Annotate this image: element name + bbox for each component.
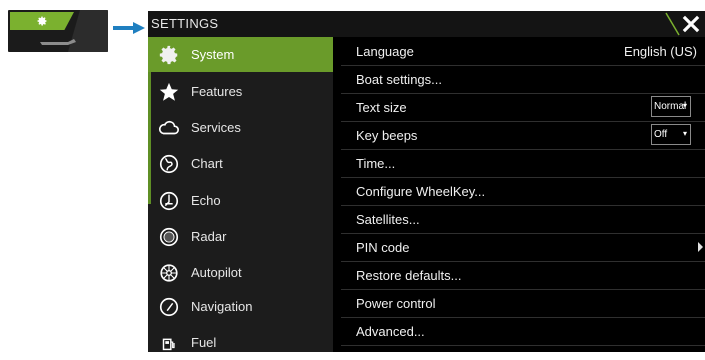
sidebar-item-system[interactable]: System — [148, 37, 333, 72]
sidebar-item-fuel[interactable]: Fuel — [148, 325, 333, 360]
row-label: Language — [356, 44, 414, 59]
sidebar-item-label: Services — [191, 120, 241, 135]
row-label: Configure WheelKey... — [356, 184, 486, 199]
row-pin-code[interactable]: PIN code — [341, 233, 705, 262]
row-label: Key beeps — [356, 128, 418, 143]
row-label: Restore defaults... — [356, 268, 462, 283]
row-label: Text size — [356, 100, 407, 115]
gear-icon — [157, 43, 181, 67]
star-icon — [157, 80, 181, 104]
row-label: PIN code — [356, 240, 410, 255]
dropdown-value: Normal — [654, 101, 687, 112]
thumbnail-settings-tab — [10, 12, 74, 30]
text-size-dropdown[interactable]: Normal ▾ — [651, 96, 691, 117]
echo-icon — [157, 189, 181, 213]
chevron-down-icon: ▾ — [682, 101, 687, 110]
chevron-down-icon: ▾ — [682, 129, 687, 138]
sidebar-item-label: Echo — [191, 193, 221, 208]
sidebar-item-label: Chart — [191, 156, 223, 171]
row-label: Power control — [356, 296, 436, 311]
row-text-size[interactable]: Text size Normal ▾ — [341, 93, 705, 122]
sidebar-item-autopilot[interactable]: Autopilot — [148, 255, 333, 290]
row-language[interactable]: Language English (US) — [341, 37, 705, 66]
key-beeps-dropdown[interactable]: Off ▾ — [651, 124, 691, 145]
slash-decoration — [665, 12, 680, 36]
row-advanced[interactable]: Advanced... — [341, 317, 705, 346]
settings-window: SETTINGS System Features Services Chart — [148, 11, 705, 352]
settings-tile-thumbnail — [8, 10, 108, 52]
dropdown-value: Off — [654, 129, 668, 140]
sidebar-item-label: Fuel — [191, 335, 217, 350]
close-icon[interactable] — [681, 14, 701, 34]
helm-icon — [157, 261, 181, 285]
sidebar-item-label: Navigation — [191, 299, 253, 314]
sidebar-item-label: Radar — [191, 229, 227, 244]
sidebar-item-label: Autopilot — [191, 265, 242, 280]
row-power-control[interactable]: Power control — [341, 289, 705, 318]
row-satellites[interactable]: Satellites... — [341, 205, 705, 234]
radar-icon — [157, 225, 181, 249]
fuel-icon — [157, 331, 181, 355]
row-label: Advanced... — [356, 324, 425, 339]
sidebar-item-services[interactable]: Services — [148, 110, 333, 145]
boat-icon — [40, 39, 76, 45]
row-time[interactable]: Time... — [341, 149, 705, 178]
compass-icon — [157, 295, 181, 319]
row-key-beeps[interactable]: Key beeps Off ▾ — [341, 121, 705, 150]
title-bar: SETTINGS — [148, 11, 705, 37]
row-boat-settings[interactable]: Boat settings... — [341, 65, 705, 94]
globe-icon — [157, 152, 181, 176]
sidebar-item-echo[interactable]: Echo — [148, 183, 333, 218]
row-label: Time... — [356, 156, 396, 171]
row-configure-wheelkey[interactable]: Configure WheelKey... — [341, 177, 705, 206]
sidebar-item-label: System — [191, 47, 235, 62]
sidebar-item-navigation[interactable]: Navigation — [148, 289, 333, 324]
row-restore-defaults[interactable]: Restore defaults... — [341, 261, 705, 290]
sidebar-item-radar[interactable]: Radar — [148, 219, 333, 254]
sidebar-item-label: Features — [191, 84, 243, 99]
window-title: SETTINGS — [151, 16, 219, 31]
gear-icon — [37, 16, 47, 26]
arrow-right-icon — [113, 22, 145, 34]
language-value: English (US) — [624, 44, 697, 59]
sidebar-item-features[interactable]: Features — [148, 74, 333, 109]
row-label: Satellites... — [356, 212, 420, 227]
settings-content: Language English (US) Boat settings... T… — [341, 37, 705, 352]
sidebar-item-chart[interactable]: Chart — [148, 146, 333, 181]
row-label: Boat settings... — [356, 72, 442, 87]
chevron-right-icon — [698, 242, 703, 252]
cloud-icon — [157, 116, 181, 140]
